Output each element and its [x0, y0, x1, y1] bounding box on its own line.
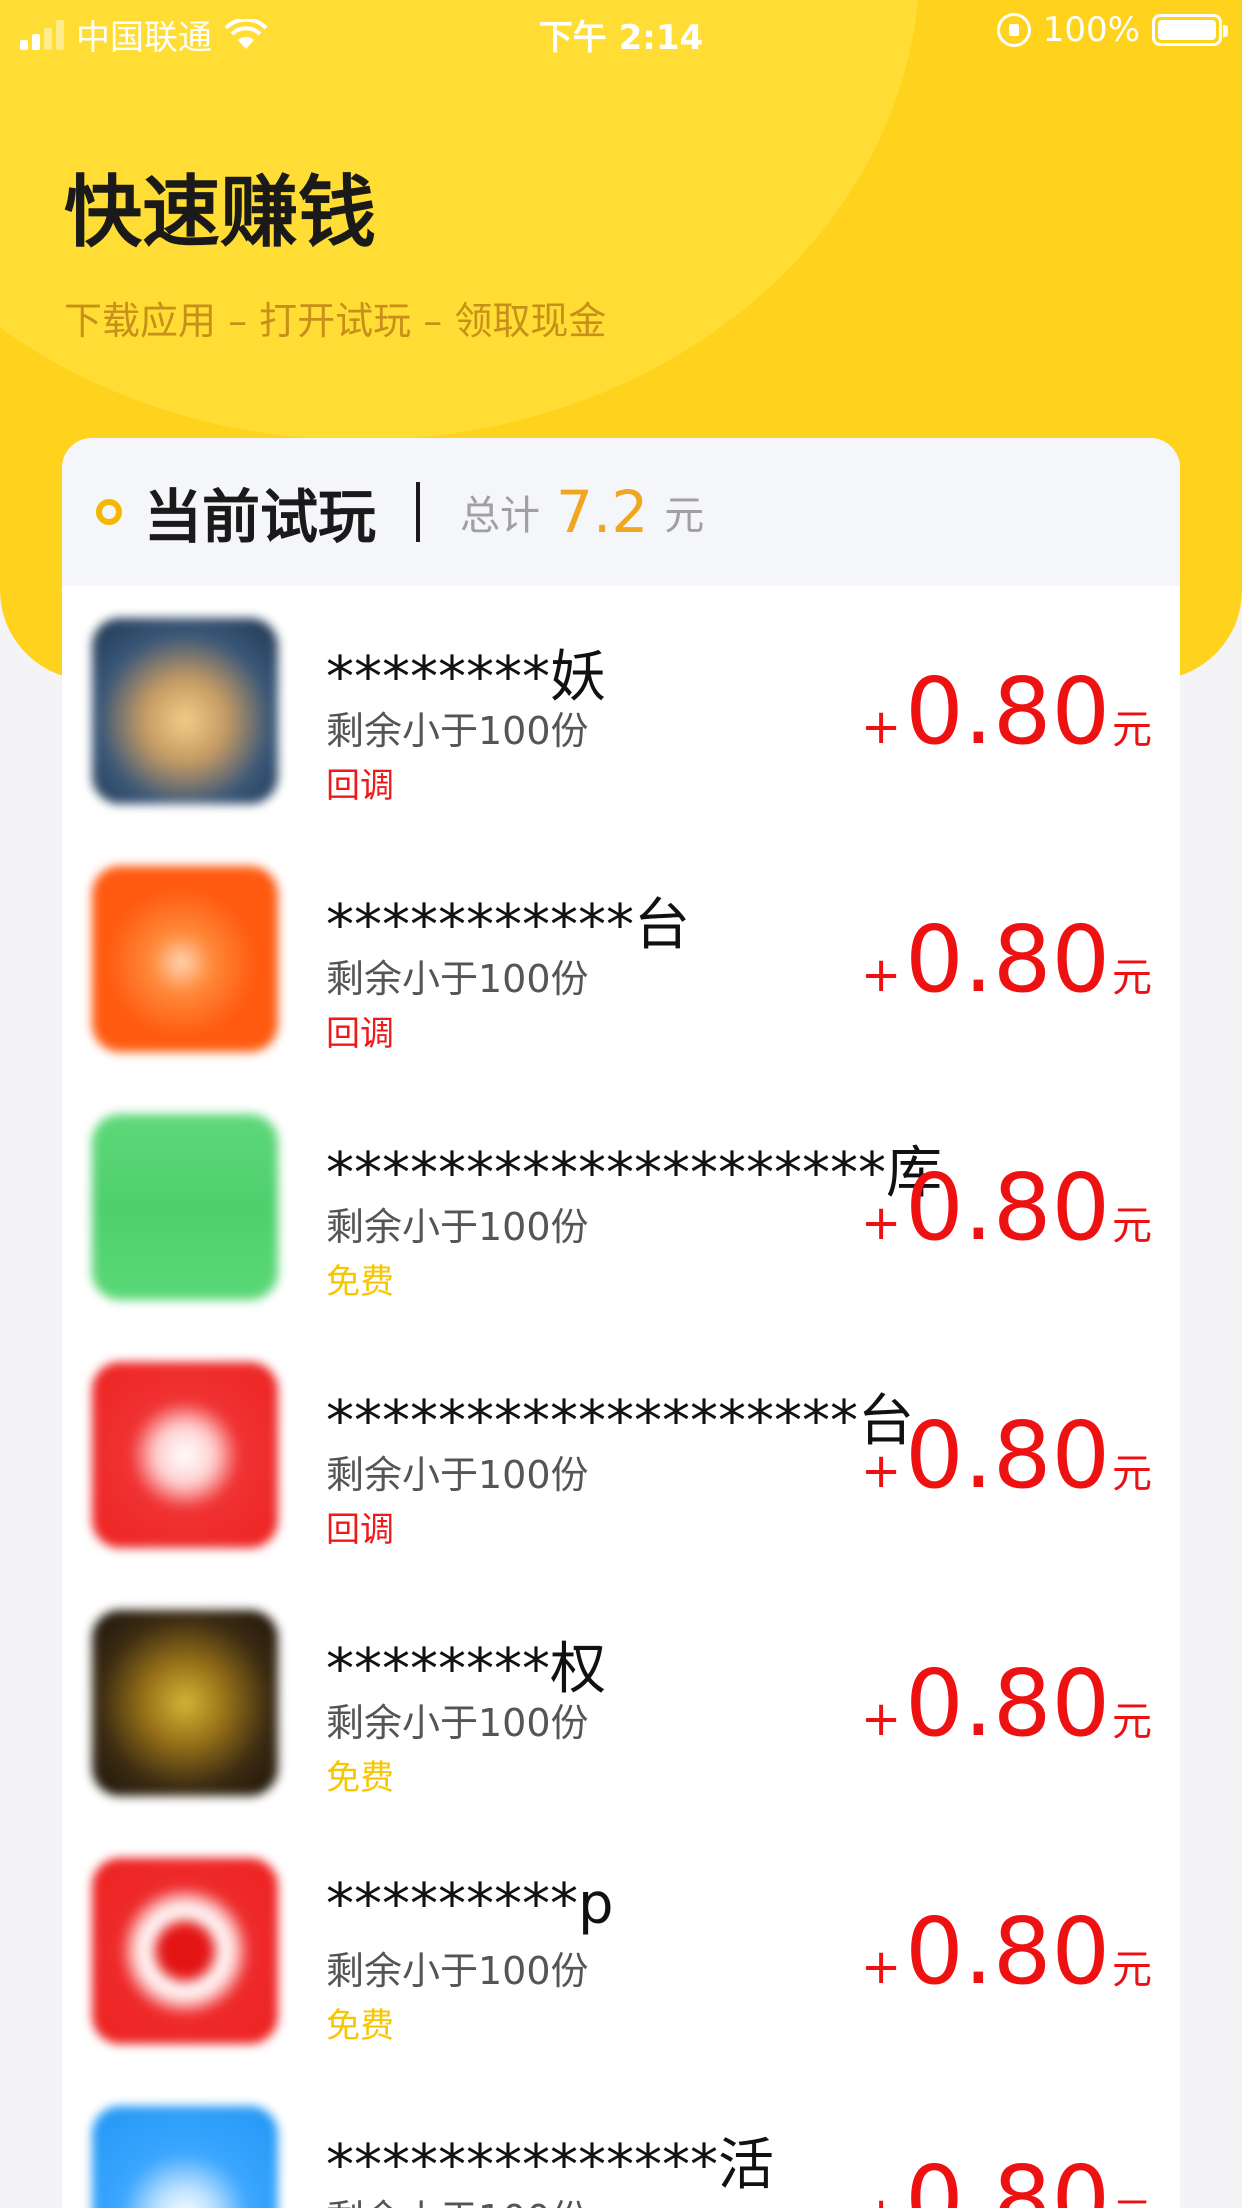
reward-unit: 元 — [1112, 1947, 1152, 1993]
reward: +0.80元 — [861, 906, 1152, 1013]
trial-card: 当前试玩 总计 7.2 元 ********妖 剩余小于100份 回调 +0.8… — [62, 438, 1180, 2208]
app-tag: 回调 — [326, 1014, 394, 1054]
app-tag: 免费 — [326, 1758, 394, 1798]
reward-unit: 元 — [1112, 1203, 1152, 1249]
total-label: 总计 — [460, 493, 541, 539]
app-tag: 回调 — [326, 766, 394, 806]
app-remaining: 剩余小于100份 — [326, 1949, 589, 1993]
reward: +0.80元 — [861, 1154, 1152, 1261]
status-bar: 中国联通 下午 2:14 100% — [0, 0, 1242, 66]
total-unit: 元 — [664, 493, 705, 539]
reward-plus: + — [860, 1939, 902, 1995]
app-remaining: 剩余小于100份 — [326, 1701, 589, 1745]
page-subtitle: 下载应用 – 打开试玩 – 领取现金 — [64, 299, 607, 343]
app-remaining: 剩余小于100份 — [326, 2188, 589, 2208]
reward: +0.80元 — [861, 2146, 1152, 2208]
blurred-orange-app-icon — [92, 866, 278, 1052]
reward-plus: + — [861, 2187, 901, 2208]
status-right: 100% — [996, 10, 1228, 50]
reward-plus: + — [860, 1443, 902, 1499]
app-remaining: 剩余小于100份 — [326, 1205, 589, 1249]
blurred-avatar-icon — [92, 618, 278, 804]
total-value: 7.2 — [556, 478, 649, 546]
list-item[interactable]: ********************库 剩余小于100份 免费 +0.80 元 — [92, 1114, 1152, 1314]
list-item[interactable]: ********权 剩余小于100份 免费 +0.80 元 — [92, 1610, 1152, 1810]
card-title: 当前试玩 — [144, 483, 377, 551]
reward-plus: + — [860, 699, 902, 755]
page-title: 快速赚钱 — [64, 168, 377, 258]
reward-amount: 0.80 — [905, 906, 1110, 1013]
header-divider — [416, 482, 421, 542]
list-item[interactable]: *******************台 剩余小于100份 回调 +0.80 元 — [92, 1362, 1152, 1562]
reward-unit: 元 — [1112, 1699, 1152, 1745]
reward-unit: 元 — [1112, 2185, 1152, 2208]
reward: +0.80元 — [861, 658, 1152, 765]
app-tag: 回调 — [326, 1510, 394, 1550]
reward: +0.80元 — [861, 1402, 1152, 1509]
reward-unit: 元 — [1112, 707, 1152, 753]
app-name: *********p — [326, 1872, 614, 1937]
card-header: 当前试玩 总计 7.2 元 — [62, 438, 1180, 586]
blurred-red-app-icon — [92, 1362, 278, 1548]
rotation-lock-icon — [996, 13, 1031, 47]
reward-amount: 0.80 — [905, 1402, 1110, 1509]
blurred-blue-app-icon — [92, 2106, 278, 2208]
battery-icon — [1152, 14, 1228, 46]
battery-percent: 100% — [1042, 10, 1140, 50]
app-remaining: 剩余小于100份 — [326, 709, 589, 753]
list-item[interactable]: ***********台 剩余小于100份 回调 +0.80 元 — [92, 866, 1152, 1066]
reward-amount: 0.80 — [905, 658, 1110, 765]
app-remaining: 剩余小于100份 — [326, 1453, 589, 1497]
blurred-red-target-icon — [92, 1858, 278, 2044]
list-item[interactable]: *********p 剩余小于100份 免费 +0.80 元 — [92, 1858, 1152, 2058]
app-tag: 免费 — [326, 1262, 394, 1302]
app-remaining: 剩余小于100份 — [326, 957, 589, 1001]
app-tag: 免费 — [326, 2006, 394, 2046]
blurred-green-app-icon — [92, 1114, 278, 1300]
reward: +0.80元 — [861, 1898, 1152, 2005]
ring-bullet-icon — [96, 499, 122, 525]
reward-plus: + — [860, 1691, 902, 1747]
blurred-gold-app-icon — [92, 1610, 278, 1796]
reward-unit: 元 — [1112, 955, 1152, 1001]
reward-amount: 0.80 — [905, 2146, 1110, 2208]
reward-amount: 0.80 — [905, 1650, 1110, 1757]
reward-unit: 元 — [1112, 1451, 1152, 1497]
reward-plus: + — [860, 1195, 902, 1251]
reward-amount: 0.80 — [905, 1898, 1110, 2005]
reward-plus: + — [860, 947, 902, 1003]
list-item[interactable]: ********妖 剩余小于100份 回调 +0.80 元 — [92, 618, 1152, 818]
reward: +0.80元 — [861, 1650, 1152, 1757]
reward-amount: 0.80 — [905, 1154, 1110, 1261]
list-item[interactable]: **************活 剩余小于100份 +0.80元 — [92, 2106, 1152, 2208]
